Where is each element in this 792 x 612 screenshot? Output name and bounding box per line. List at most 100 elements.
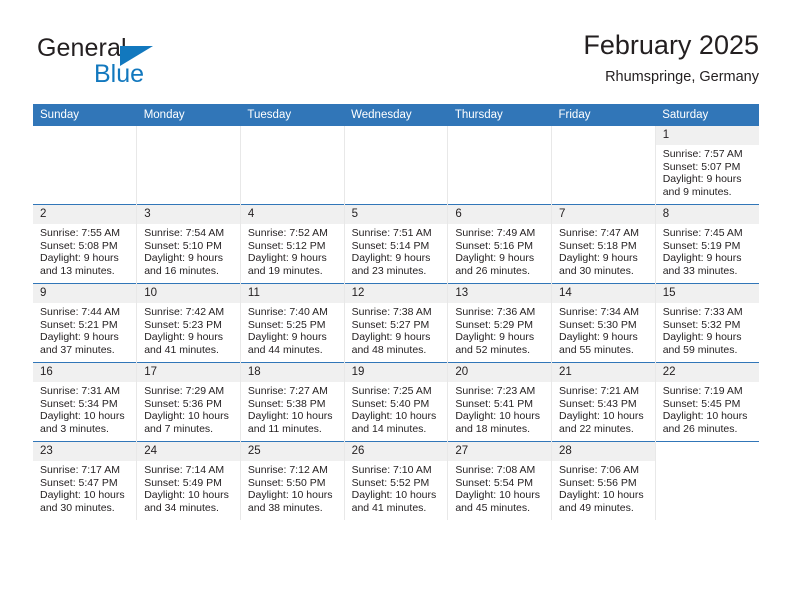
sunrise-text: Sunrise: 7:44 AM: [40, 306, 120, 318]
sunrise-text: Sunrise: 7:06 AM: [559, 464, 639, 476]
day-details: Sunrise: 7:42 AM Sunset: 5:23 PM Daylight:…: [137, 303, 240, 356]
daylight-text: Daylight: 10 hours and 22 minutes.: [559, 410, 644, 435]
calendar-day-cell[interactable]: 20 Sunrise: 7:23 AM Sunset: 5:41 PM Dayligh…: [447, 362, 552, 442]
day-details: Sunrise: 7:33 AM Sunset: 5:32 PM Daylight:…: [656, 303, 759, 356]
sunrise-text: Sunrise: 7:23 AM: [455, 385, 536, 397]
sunrise-text: Sunrise: 7:45 AM: [662, 227, 743, 239]
calendar-day-cell[interactable]: 26 Sunrise: 7:10 AM Sunset: 5:52 PM Dayligh…: [343, 441, 448, 520]
day-number: [241, 126, 344, 132]
sunset-text: Sunset: 5:38 PM: [247, 397, 326, 410]
sunset-text: Sunset: 5:41 PM: [455, 397, 533, 410]
day-details: Sunrise: 7:51 AM Sunset: 5:14 PM Daylight:…: [345, 224, 448, 277]
day-details: Sunrise: 7:54 AM Sunset: 5:10 PM Daylight:…: [137, 224, 240, 277]
day-details: Sunrise: 7:31 AM Sunset: 5:34 PM Daylight:…: [33, 382, 136, 435]
calendar-day-cell[interactable]: 6 Sunrise: 7:49 AM Sunset: 5:16 PM Daylight…: [447, 204, 552, 284]
sunset-text: Sunset: 5:10 PM: [144, 239, 222, 252]
daylight-text: Daylight: 10 hours and 18 minutes.: [455, 410, 540, 435]
daylight-text: Daylight: 10 hours and 26 minutes.: [662, 410, 748, 435]
day-number: 6: [448, 205, 552, 224]
daylight-text: Daylight: 10 hours and 49 minutes.: [559, 489, 644, 514]
sunrise-text: Sunrise: 7:14 AM: [144, 464, 225, 476]
day-number: 9: [33, 284, 137, 303]
calendar-day-cell[interactable]: 23 Sunrise: 7:17 AM Sunset: 5:47 PM Dayligh…: [33, 441, 137, 520]
day-number: 1: [655, 126, 759, 145]
calendar-day-cell[interactable]: 28 Sunrise: 7:06 AM Sunset: 5:56 PM Dayligh…: [551, 441, 656, 520]
calendar-day-cell[interactable]: 7 Sunrise: 7:47 AM Sunset: 5:18 PM Daylight…: [551, 204, 656, 284]
calendar-day-cell[interactable]: 18 Sunrise: 7:27 AM Sunset: 5:38 PM Dayligh…: [239, 362, 345, 442]
sunrise-text: Sunrise: 7:33 AM: [662, 306, 743, 318]
calendar-day-cell-empty: [343, 126, 448, 205]
day-details: Sunrise: 7:44 AM Sunset: 5:21 PM Daylight:…: [33, 303, 136, 356]
calendar-day-cell[interactable]: 3 Sunrise: 7:54 AM Sunset: 5:10 PM Daylight…: [136, 204, 241, 284]
calendar-day-cell[interactable]: 14 Sunrise: 7:34 AM Sunset: 5:30 PM Dayligh…: [551, 283, 656, 363]
calendar-day-cell[interactable]: 17 Sunrise: 7:29 AM Sunset: 5:36 PM Dayligh…: [136, 362, 241, 442]
calendar-day-cell[interactable]: 8 Sunrise: 7:45 AM Sunset: 5:19 PM Daylight…: [654, 204, 759, 284]
sunrise-text: Sunrise: 7:10 AM: [351, 464, 432, 476]
day-details: Sunrise: 7:57 AM Sunset: 5:07 PM Daylight:…: [656, 145, 759, 198]
sunset-text: Sunset: 5:18 PM: [559, 239, 637, 252]
brand-logo: General Blue: [37, 34, 247, 96]
day-number: 7: [552, 205, 655, 224]
page-subtitle: Rhumspringe, Germany: [605, 69, 759, 85]
sunset-text: Sunset: 5:25 PM: [247, 318, 326, 331]
daylight-text: Daylight: 9 hours and 30 minutes.: [559, 252, 638, 277]
calendar-day-cell[interactable]: 9 Sunrise: 7:44 AM Sunset: 5:21 PM Daylight…: [33, 283, 137, 363]
day-number: 22: [655, 363, 759, 382]
day-details: Sunrise: 7:36 AM Sunset: 5:29 PM Daylight:…: [448, 303, 551, 356]
calendar-day-cell[interactable]: 1 Sunrise: 7:57 AM Sunset: 5:07 PM Daylight…: [654, 126, 759, 205]
sunrise-text: Sunrise: 7:36 AM: [455, 306, 536, 318]
daylight-text: Daylight: 9 hours and 16 minutes.: [144, 252, 223, 277]
calendar-day-cell[interactable]: 25 Sunrise: 7:12 AM Sunset: 5:50 PM Dayligh…: [239, 441, 345, 520]
calendar-day-cell[interactable]: 4 Sunrise: 7:52 AM Sunset: 5:12 PM Daylight…: [239, 204, 345, 284]
day-number: 17: [137, 363, 240, 382]
calendar-day-cell[interactable]: 21 Sunrise: 7:21 AM Sunset: 5:43 PM Dayligh…: [551, 362, 656, 442]
day-details: Sunrise: 7:52 AM Sunset: 5:12 PM Daylight:…: [241, 224, 344, 277]
day-number: 5: [344, 205, 448, 224]
sunrise-text: Sunrise: 7:12 AM: [247, 464, 328, 476]
calendar-day-cell-empty: [447, 126, 552, 205]
calendar-day-cell-empty: [136, 126, 241, 205]
calendar-day-cell[interactable]: 27 Sunrise: 7:08 AM Sunset: 5:54 PM Dayligh…: [447, 441, 552, 520]
daylight-text: Daylight: 10 hours and 14 minutes.: [351, 410, 437, 435]
calendar-day-cell[interactable]: 16 Sunrise: 7:31 AM Sunset: 5:34 PM Dayligh…: [33, 362, 137, 442]
title-block: February 2025 Rhumspringe, Germany: [583, 28, 759, 88]
calendar-day-cell[interactable]: 15 Sunrise: 7:33 AM Sunset: 5:32 PM Dayligh…: [654, 283, 759, 363]
calendar-day-cell-empty: [551, 126, 656, 205]
day-details: Sunrise: 7:17 AM Sunset: 5:47 PM Daylight:…: [33, 461, 136, 514]
day-number: 14: [552, 284, 655, 303]
sunrise-text: Sunrise: 7:40 AM: [247, 306, 328, 318]
calendar-day-cell[interactable]: 22 Sunrise: 7:19 AM Sunset: 5:45 PM Dayligh…: [654, 362, 759, 442]
sunrise-text: Sunrise: 7:38 AM: [351, 306, 432, 318]
calendar-day-cell[interactable]: 13 Sunrise: 7:36 AM Sunset: 5:29 PM Dayligh…: [447, 283, 552, 363]
day-details: Sunrise: 7:40 AM Sunset: 5:25 PM Daylight:…: [241, 303, 344, 356]
day-number: 12: [344, 284, 448, 303]
calendar-week-row: 16 Sunrise: 7:31 AM Sunset: 5:34 PM Dayligh…: [33, 362, 759, 442]
daylight-text: Daylight: 10 hours and 7 minutes.: [144, 410, 229, 435]
daylight-text: Daylight: 9 hours and 37 minutes.: [40, 331, 119, 356]
day-details: Sunrise: 7:25 AM Sunset: 5:40 PM Daylight:…: [345, 382, 448, 435]
day-number: 8: [655, 205, 759, 224]
calendar-day-cell[interactable]: 19 Sunrise: 7:25 AM Sunset: 5:40 PM Dayligh…: [343, 362, 448, 442]
day-number: 18: [240, 363, 344, 382]
day-details: Sunrise: 7:34 AM Sunset: 5:30 PM Daylight:…: [552, 303, 655, 356]
sunrise-text: Sunrise: 7:42 AM: [144, 306, 225, 318]
sunrise-text: Sunrise: 7:52 AM: [247, 227, 328, 239]
day-details: Sunrise: 7:08 AM Sunset: 5:54 PM Daylight:…: [448, 461, 551, 514]
day-number: [137, 126, 240, 132]
sunset-text: Sunset: 5:47 PM: [40, 476, 118, 489]
sunrise-text: Sunrise: 7:25 AM: [351, 385, 432, 397]
calendar-day-cell[interactable]: 5 Sunrise: 7:51 AM Sunset: 5:14 PM Daylight…: [343, 204, 448, 284]
calendar-day-cell[interactable]: 11 Sunrise: 7:40 AM Sunset: 5:25 PM Dayligh…: [239, 283, 345, 363]
daylight-text: Daylight: 9 hours and 23 minutes.: [351, 252, 431, 277]
calendar-day-cell[interactable]: 12 Sunrise: 7:38 AM Sunset: 5:27 PM Dayligh…: [343, 283, 448, 363]
daylight-text: Daylight: 9 hours and 52 minutes.: [455, 331, 535, 356]
sunset-text: Sunset: 5:43 PM: [559, 397, 637, 410]
day-number: 26: [344, 442, 448, 461]
calendar-day-cell[interactable]: 2 Sunrise: 7:55 AM Sunset: 5:08 PM Daylight…: [33, 204, 137, 284]
calendar-day-cell[interactable]: 24 Sunrise: 7:14 AM Sunset: 5:49 PM Dayligh…: [136, 441, 241, 520]
sunset-text: Sunset: 5:45 PM: [662, 397, 741, 410]
calendar-day-cell[interactable]: 10 Sunrise: 7:42 AM Sunset: 5:23 PM Dayligh…: [136, 283, 241, 363]
day-number: 13: [448, 284, 552, 303]
weekday-header-sunday: Sunday: [33, 104, 137, 126]
day-number: 11: [240, 284, 344, 303]
